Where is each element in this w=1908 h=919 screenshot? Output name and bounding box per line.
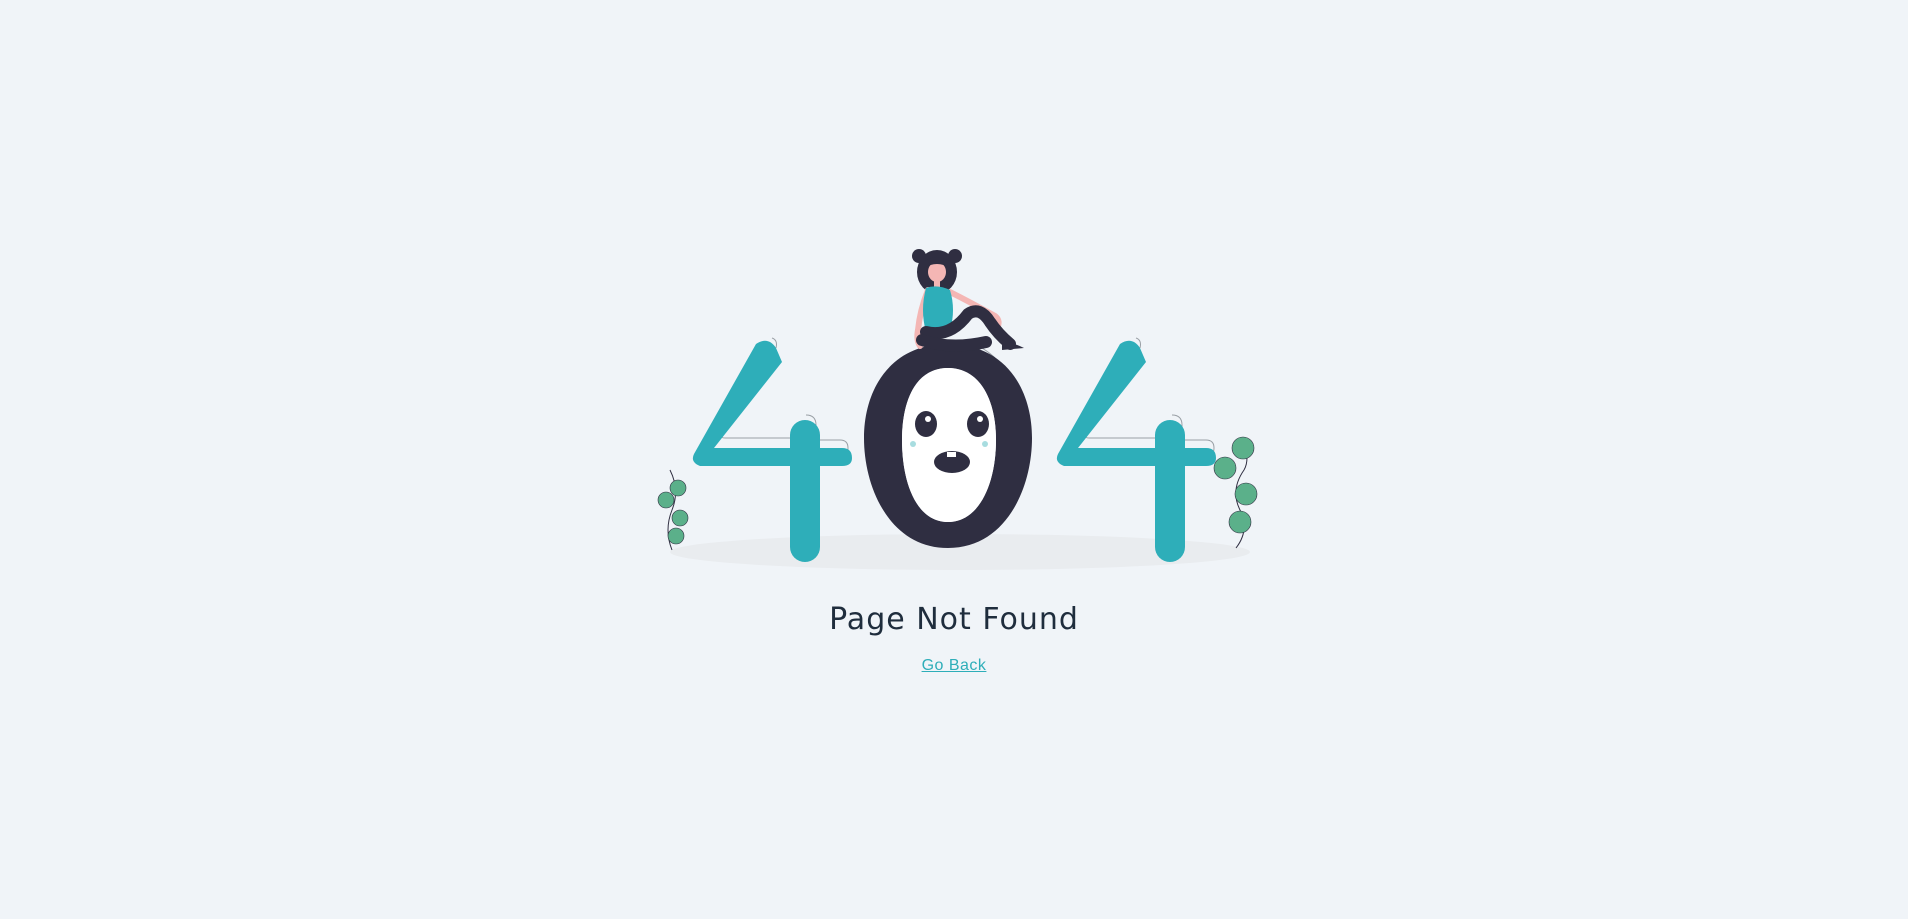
404-illustration [650,240,1270,580]
right-plant [1213,436,1258,549]
go-back-container: Go Back [0,654,1908,678]
zero-inner [902,368,996,522]
go-back-link[interactable]: Go Back [922,657,987,674]
left-plant [657,469,689,551]
page-title: Page Not Found [829,602,1079,637]
left-four [692,340,852,562]
woman-figure [912,249,1024,352]
left-four-outline [718,337,849,541]
right-four-outline [1082,337,1215,541]
right-four [1056,340,1216,562]
